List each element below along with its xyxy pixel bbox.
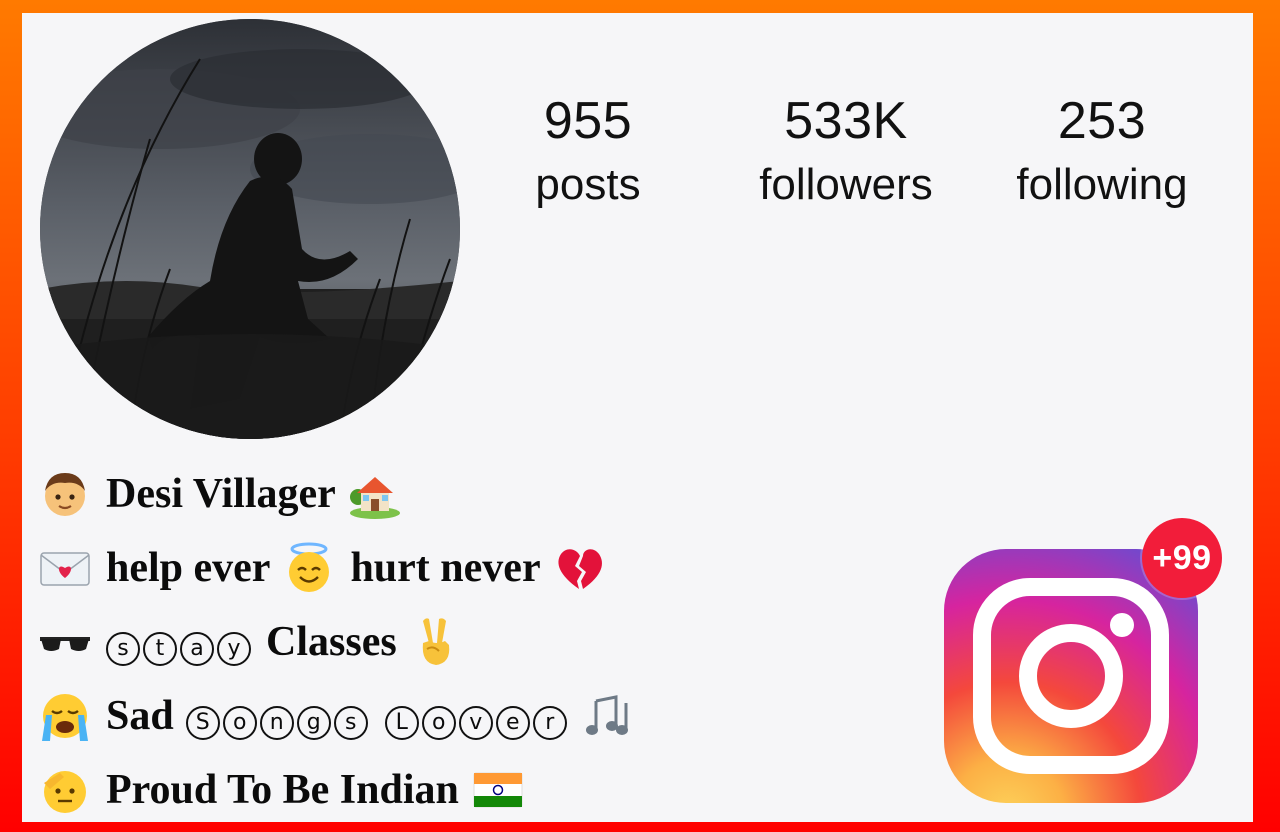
music-notes-emoji-icon [585, 695, 628, 735]
bio-text: Desi Villager [106, 471, 336, 517]
boy-emoji-icon [45, 473, 85, 516]
profile-avatar[interactable] [40, 19, 460, 439]
bio-text: hurt never [350, 545, 541, 591]
house-emoji-icon [349, 477, 400, 519]
broken-heart-emoji-icon [558, 549, 602, 589]
stat-posts[interactable]: 955 posts [468, 91, 708, 213]
bio-text: help ever [106, 545, 271, 591]
profile-bio: Desi Villager help ever hurt never s t a… [38, 457, 918, 827]
sunglasses-emoji-icon [40, 637, 90, 651]
followers-label: followers [759, 160, 933, 209]
avatar-image [40, 19, 460, 439]
following-count: 253 [1057, 92, 1147, 150]
bio-line: help ever hurt never [38, 531, 918, 605]
circled-text-songs: SongsLover [185, 692, 570, 740]
bio-line: stay Classes [38, 605, 918, 679]
notification-badge: +99 [1142, 518, 1222, 598]
circled-text-stay: stay [106, 618, 254, 666]
bio-text: Classes [266, 619, 397, 665]
india-flag-emoji-icon [473, 772, 523, 808]
halo-face-emoji-icon [289, 542, 330, 592]
crying-face-emoji-icon [42, 694, 88, 741]
bio-line: Desi Villager [38, 457, 918, 531]
followers-count: 533K [784, 92, 908, 150]
bio-text: Sad [106, 693, 174, 739]
bio-text: Proud To Be Indian [106, 767, 459, 813]
posts-count: 955 [543, 92, 633, 150]
love-letter-emoji-icon [40, 552, 90, 586]
posts-label: posts [535, 160, 641, 209]
saluting-face-emoji-icon [44, 771, 86, 813]
bio-line: Sad SongsLover [38, 679, 918, 753]
profile-card: 955 posts 533K followers 253 following D… [22, 13, 1253, 822]
stat-followers[interactable]: 533K followers [726, 91, 966, 213]
bio-line: Proud To Be Indian [38, 753, 918, 827]
victory-hand-emoji-icon [422, 618, 449, 665]
stat-following[interactable]: 253 following [982, 91, 1222, 213]
following-label: following [1016, 160, 1188, 209]
